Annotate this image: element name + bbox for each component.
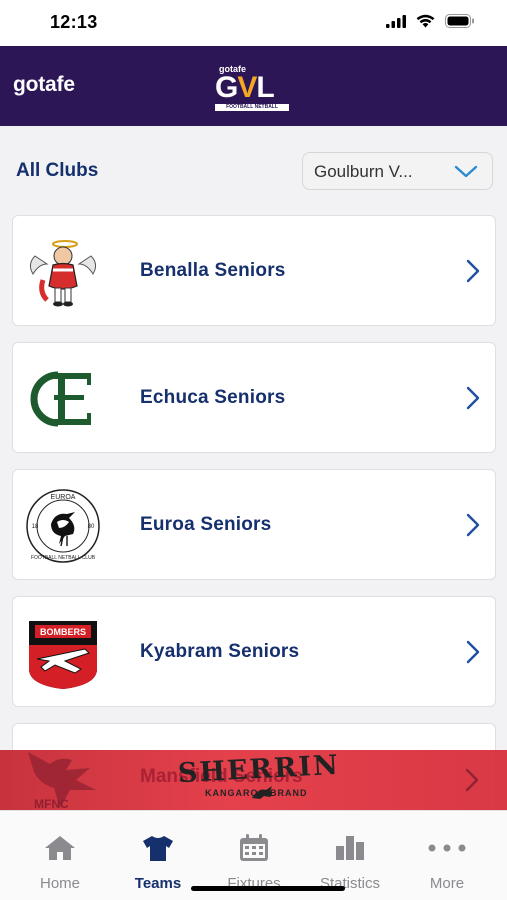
club-card-benalla[interactable]: Benalla Seniors: [12, 215, 496, 326]
euroa-logo-top-text: EUROA: [51, 494, 76, 501]
battery-icon: [445, 14, 475, 33]
gvl-logo-main-text: GVL: [215, 71, 275, 104]
club-name: Benalla Seniors: [140, 260, 286, 281]
gotafe-brand-logo: gotafe: [13, 73, 75, 96]
club-card-echuca[interactable]: Echuca Seniors: [12, 342, 496, 453]
tab-more-label: More: [429, 875, 465, 892]
more-dots-icon: [402, 833, 492, 863]
chevron-right-icon: [466, 640, 480, 669]
status-bar: 12:13: [0, 0, 507, 46]
tab-more[interactable]: More: [402, 833, 492, 892]
tab-home-label: Home: [39, 875, 80, 892]
bar-chart-icon: [305, 833, 395, 863]
jersey-icon: [113, 833, 203, 863]
page-title: All Clubs: [16, 160, 99, 181]
tab-teams-label: Teams: [134, 875, 182, 892]
euroa-logo-left-text: 18: [32, 524, 39, 530]
euroa-logo-bottom-text: FOOTBALL NETBALL CLUB: [31, 555, 96, 561]
chevron-right-icon: [466, 513, 480, 542]
tab-fixtures[interactable]: Fixtures: [209, 833, 299, 892]
club-name: Kyabram Seniors: [140, 641, 300, 662]
benalla-saints-logo: [25, 234, 101, 310]
sherrin-tagline: KANGAROO BRAND: [205, 788, 308, 798]
wifi-icon: [416, 14, 435, 33]
euroa-logo-right-text: 80: [88, 524, 95, 530]
club-name: Euroa Seniors: [140, 514, 272, 535]
gvl-logo-subtitle: FOOTBALL NETBALL: [215, 104, 289, 111]
echuca-logo: [25, 361, 101, 437]
league-select-value: Goulburn V...: [314, 162, 413, 181]
gvl-letter-l: L: [256, 71, 274, 104]
chevron-right-icon: [466, 259, 480, 288]
tab-teams[interactable]: Teams: [113, 833, 203, 892]
club-name: Echuca Seniors: [140, 387, 286, 408]
home-icon: [15, 833, 105, 863]
signal-icon: [386, 14, 406, 33]
club-card-kyabram[interactable]: BOMBERS Kyabram Seniors: [12, 596, 496, 707]
tab-statistics[interactable]: Statistics: [305, 833, 395, 892]
euroa-magpies-logo: EUROA 18 80 FOOTBALL NETBALL CLUB: [25, 488, 101, 564]
mansfield-logo-text: MFNC: [34, 797, 69, 810]
calendar-icon: [209, 833, 299, 863]
gvl-letter-v: V: [237, 71, 257, 104]
club-card-euroa[interactable]: EUROA 18 80 FOOTBALL NETBALL CLUB Euroa …: [12, 469, 496, 580]
gvl-letter-g: G: [215, 71, 238, 104]
status-time: 12:13: [50, 12, 98, 32]
gvl-league-logo: gotafe GVL FOOTBALL NETBALL: [215, 64, 295, 112]
home-indicator: [191, 886, 345, 891]
chevron-right-icon: [466, 386, 480, 415]
league-select[interactable]: Goulburn V...: [302, 152, 493, 190]
sherrin-ad-banner[interactable]: MFNC Mansfield Seniors SHERRIN KANGAROO …: [0, 750, 507, 810]
chevron-right-icon: [465, 768, 479, 797]
chevron-down-icon: [454, 165, 478, 184]
mansfield-eagles-logo: MFNC: [20, 750, 110, 810]
app-header: gotafe gotafe GVL FOOTBALL NETBALL: [0, 46, 507, 126]
tab-home[interactable]: Home: [15, 833, 105, 892]
kyabram-bombers-logo: BOMBERS: [25, 615, 101, 691]
status-icons: [386, 14, 475, 33]
kyabram-logo-text: BOMBERS: [40, 627, 86, 637]
